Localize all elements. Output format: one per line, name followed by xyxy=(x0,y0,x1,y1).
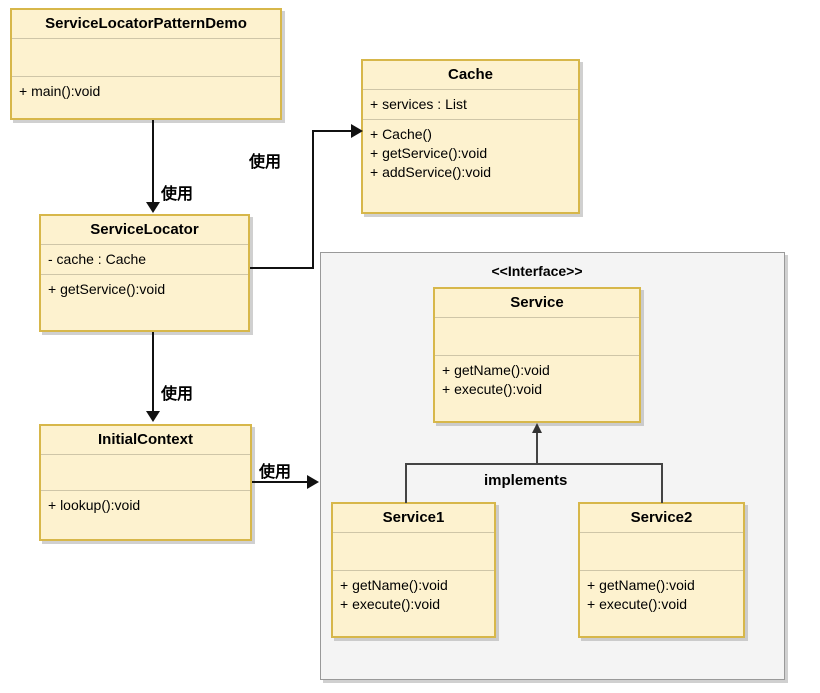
operation-row: + execute():void xyxy=(340,596,440,613)
arrowhead-implements xyxy=(532,423,542,433)
class-title-service: Service xyxy=(435,289,639,319)
class-box-service2[interactable]: Service2 + getName():void + execute():vo… xyxy=(578,502,745,638)
operation-row: + main():void xyxy=(19,83,101,100)
connector-implements-stem xyxy=(536,432,538,464)
class-title-service-locator: ServiceLocator xyxy=(41,216,248,246)
class-attributes-cache: + services : List xyxy=(363,90,578,121)
class-operations-service-locator: + getService():void xyxy=(41,275,248,304)
connector-locator-to-cache-v xyxy=(312,130,314,269)
operation-row: + Cache() xyxy=(370,126,432,143)
class-attributes-demo xyxy=(12,39,280,78)
operation-row: + getName():void xyxy=(587,577,695,594)
connector-locator-to-cache-h2 xyxy=(312,130,355,132)
operation-row: + execute():void xyxy=(442,381,542,398)
edge-label-implements: implements xyxy=(484,472,568,489)
class-box-service[interactable]: Service + getName():void + execute():voi… xyxy=(433,287,641,423)
uml-diagram-canvas: ServiceLocatorPatternDemo + main():void … xyxy=(0,0,820,693)
class-attributes-service1 xyxy=(333,533,494,572)
arrowhead-initialcontext-to-service xyxy=(307,475,319,489)
class-box-service-locator-pattern-demo[interactable]: ServiceLocatorPatternDemo + main():void xyxy=(10,8,282,120)
connector-locator-to-cache-h1 xyxy=(250,267,314,269)
class-box-initial-context[interactable]: InitialContext + lookup():void xyxy=(39,424,252,541)
edge-label-demo-to-locator: 使用 xyxy=(161,184,194,203)
operation-row: + getService():void xyxy=(48,281,166,298)
class-operations-service2: + getName():void + execute():void xyxy=(580,571,743,619)
arrowhead-locator-to-initialcontext xyxy=(146,411,160,422)
edge-label-initialcontext-to-service: 使用 xyxy=(259,462,292,481)
class-title-cache: Cache xyxy=(363,61,578,91)
operation-row: + getService():void xyxy=(370,145,488,162)
class-attributes-service-locator: - cache : Cache xyxy=(41,245,248,276)
class-operations-initial-context: + lookup():void xyxy=(41,491,250,520)
connector-locator-to-initialcontext xyxy=(152,332,154,412)
class-attributes-service2 xyxy=(580,533,743,572)
class-operations-service1: + getName():void + execute():void xyxy=(333,571,494,619)
edge-label-locator-to-initialcontext: 使用 xyxy=(161,384,194,403)
class-box-service1[interactable]: Service1 + getName():void + execute():vo… xyxy=(331,502,496,638)
connector-implements-to-service2 xyxy=(661,463,663,503)
connector-implements-crossbar xyxy=(405,463,663,465)
attribute-row: - cache : Cache xyxy=(48,251,147,268)
class-box-cache[interactable]: Cache + services : List + Cache() + getS… xyxy=(361,59,580,214)
class-operations-service: + getName():void + execute():void xyxy=(435,356,639,404)
arrowhead-demo-to-locator xyxy=(146,202,160,213)
connector-implements-to-service1 xyxy=(405,463,407,503)
operation-row: + lookup():void xyxy=(48,497,141,514)
operation-row: + addService():void xyxy=(370,163,492,180)
class-box-service-locator[interactable]: ServiceLocator - cache : Cache + getServ… xyxy=(39,214,250,332)
stereotype-label-interface: <<Interface>> xyxy=(491,263,583,279)
class-title-initial-context: InitialContext xyxy=(41,426,250,456)
edge-label-locator-to-cache: 使用 xyxy=(249,152,282,171)
operation-row: + getName():void xyxy=(442,362,550,379)
class-title-demo: ServiceLocatorPatternDemo xyxy=(12,10,280,40)
connector-demo-to-locator xyxy=(152,120,154,203)
attribute-row: + services : List xyxy=(370,96,467,113)
operation-row: + execute():void xyxy=(587,596,687,613)
class-operations-demo: + main():void xyxy=(12,77,280,106)
class-attributes-service xyxy=(435,318,639,357)
class-operations-cache: + Cache() + getService():void + addServi… xyxy=(363,120,578,187)
class-title-service1: Service1 xyxy=(333,504,494,534)
arrowhead-locator-to-cache xyxy=(351,124,363,138)
class-attributes-initial-context xyxy=(41,455,250,492)
class-title-service2: Service2 xyxy=(580,504,743,534)
operation-row: + getName():void xyxy=(340,577,448,594)
